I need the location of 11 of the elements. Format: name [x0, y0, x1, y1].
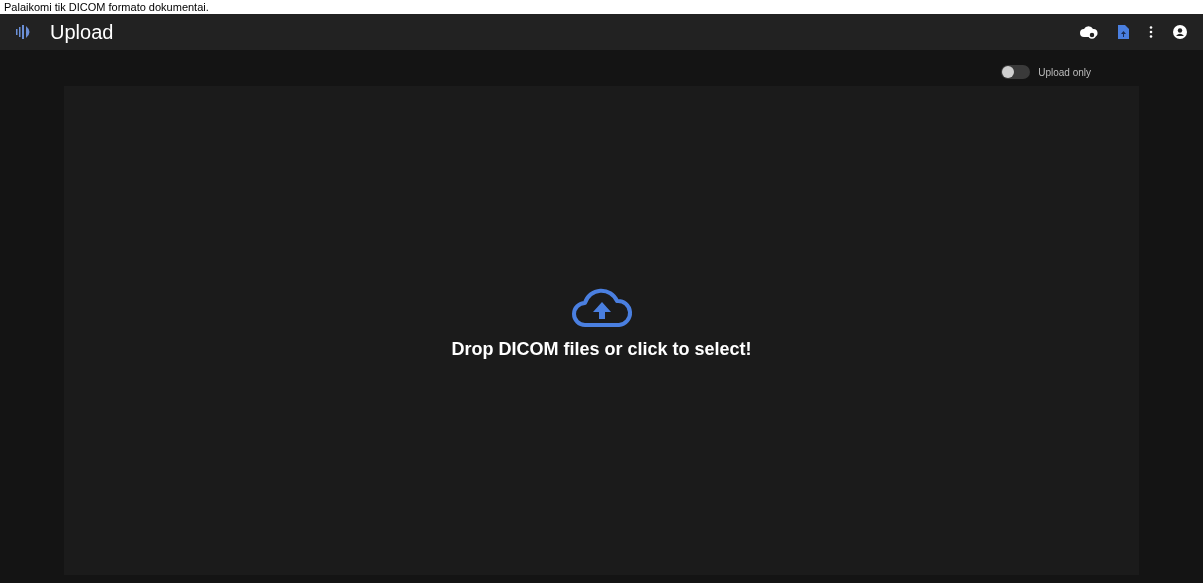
page-title: Upload	[50, 20, 114, 45]
account-icon[interactable]	[1173, 25, 1187, 39]
cloud-search-icon[interactable]	[1080, 25, 1098, 39]
more-vertical-icon[interactable]	[1149, 26, 1153, 38]
dropzone-text: Drop DICOM files or click to select!	[451, 338, 752, 361]
upload-only-toggle[interactable]	[1001, 65, 1031, 79]
dropzone[interactable]: Drop DICOM files or click to select!	[64, 86, 1139, 575]
caption-text: Palaikomi tik DICOM formato dokumentai.	[4, 1, 209, 13]
toggle-label: Upload only	[1038, 65, 1091, 80]
file-upload-icon[interactable]	[1118, 25, 1129, 39]
cloud-upload-icon	[570, 288, 633, 328]
